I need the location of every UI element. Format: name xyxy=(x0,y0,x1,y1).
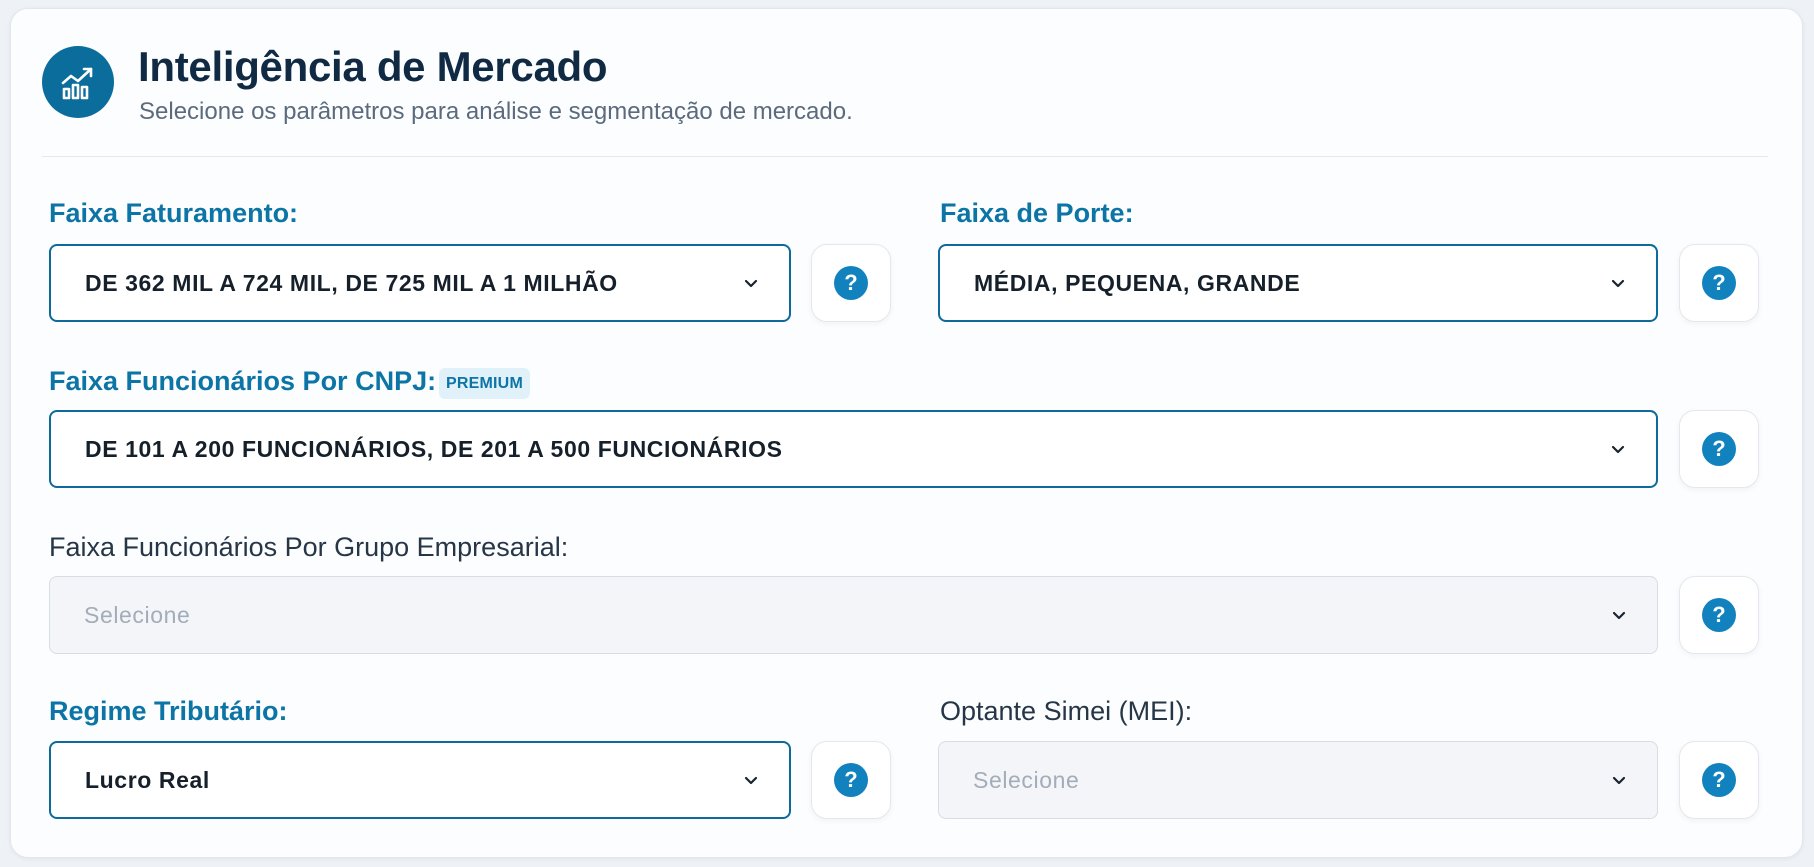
regime-select[interactable]: Lucro Real xyxy=(49,741,791,819)
chevron-down-icon xyxy=(1610,441,1626,457)
help-icon: ? xyxy=(834,266,868,300)
regime-label: Regime Tributário: xyxy=(49,696,288,726)
premium-badge: PREMIUM xyxy=(439,368,530,399)
funcionarios-cnpj-value: DE 101 A 200 FUNCIONÁRIOS, DE 201 A 500 … xyxy=(85,435,783,462)
funcionarios-grupo-select[interactable]: Selecione xyxy=(49,576,1658,654)
chart-growth-icon xyxy=(42,46,114,118)
funcionarios-cnpj-label: Faixa Funcionários Por CNPJ: xyxy=(49,366,437,396)
simei-placeholder: Selecione xyxy=(973,766,1080,793)
simei-label: Optante Simei (MEI): xyxy=(940,696,1193,726)
porte-help-button[interactable]: ? xyxy=(1679,244,1759,322)
help-icon: ? xyxy=(834,763,868,797)
help-icon: ? xyxy=(1702,432,1736,466)
faturamento-select[interactable]: DE 362 MIL A 724 MIL, DE 725 MIL A 1 MIL… xyxy=(49,244,791,322)
regime-help-button[interactable]: ? xyxy=(811,741,891,819)
help-icon: ? xyxy=(1702,763,1736,797)
header-divider xyxy=(42,156,1768,157)
chevron-down-icon xyxy=(1610,275,1626,291)
funcionarios-grupo-label: Faixa Funcionários Por Grupo Empresarial… xyxy=(49,532,569,562)
page-title: Inteligência de Mercado xyxy=(138,43,608,90)
chevron-down-icon xyxy=(1611,772,1627,788)
faturamento-value: DE 362 MIL A 724 MIL, DE 725 MIL A 1 MIL… xyxy=(85,269,618,296)
porte-value: MÉDIA, PEQUENA, GRANDE xyxy=(974,269,1301,296)
help-icon: ? xyxy=(1702,598,1736,632)
chevron-down-icon xyxy=(743,772,759,788)
simei-help-button[interactable]: ? xyxy=(1679,741,1759,819)
faturamento-label: Faixa Faturamento: xyxy=(49,198,299,228)
porte-select[interactable]: MÉDIA, PEQUENA, GRANDE xyxy=(938,244,1658,322)
funcionarios-grupo-placeholder: Selecione xyxy=(84,601,191,628)
porte-label: Faixa de Porte: xyxy=(940,198,1134,228)
page-subtitle: Selecione os parâmetros para análise e s… xyxy=(139,98,853,125)
faturamento-help-button[interactable]: ? xyxy=(811,244,891,322)
funcionarios-grupo-help-button[interactable]: ? xyxy=(1679,576,1759,654)
simei-select[interactable]: Selecione xyxy=(938,741,1658,819)
chevron-down-icon xyxy=(743,275,759,291)
chevron-down-icon xyxy=(1611,607,1627,623)
regime-value: Lucro Real xyxy=(85,766,210,793)
funcionarios-cnpj-select[interactable]: DE 101 A 200 FUNCIONÁRIOS, DE 201 A 500 … xyxy=(49,410,1658,488)
help-icon: ? xyxy=(1702,266,1736,300)
funcionarios-cnpj-help-button[interactable]: ? xyxy=(1679,410,1759,488)
